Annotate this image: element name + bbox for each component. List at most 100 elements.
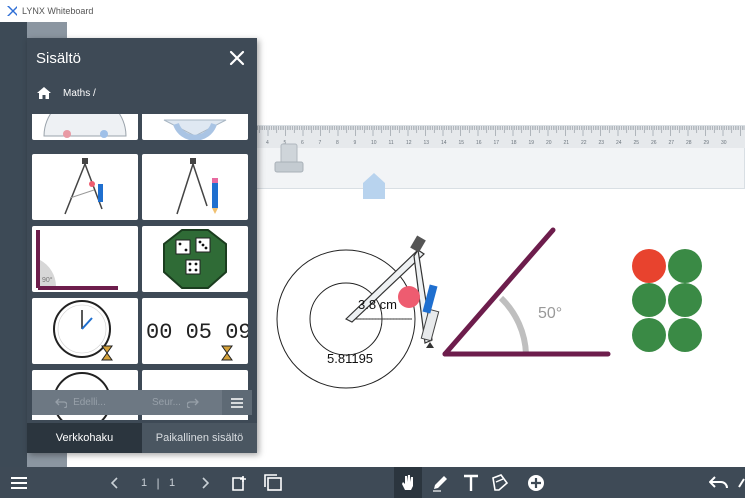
- whiteboard-app: LYNX Whiteboard 4 5 6 7 8 9 10 11 12 13 14 15 16 17 18…: [0, 0, 745, 498]
- dice-icon: [163, 229, 227, 289]
- pen-tool-button[interactable]: [428, 467, 452, 498]
- tile-right-angle[interactable]: 90°: [32, 226, 138, 292]
- ruler-tick-label: 29: [704, 140, 710, 146]
- page-total: 1: [168, 476, 176, 489]
- ruler-tick-label: 16: [476, 140, 482, 146]
- lynx-logo-icon: [7, 6, 17, 16]
- tile-set-square[interactable]: [142, 114, 248, 140]
- page-separator: |: [156, 475, 160, 490]
- undo-button[interactable]: [706, 467, 732, 498]
- right-angle-icon: 90°: [36, 230, 118, 290]
- redo-button-partial[interactable]: [738, 467, 745, 498]
- counters[interactable]: [630, 248, 710, 358]
- ruler-tick-label: 10: [371, 140, 377, 146]
- panel-menu-button[interactable]: [222, 390, 252, 415]
- bottom-toolbar: 1 | 1: [0, 467, 745, 498]
- ruler-tick-label: 6: [301, 140, 304, 146]
- ruler-tick-label: 15: [459, 140, 465, 146]
- circle-value-label: 5.81195: [327, 351, 373, 366]
- ruler-tick-label: 21: [564, 140, 570, 146]
- chevron-right-icon: [202, 476, 209, 489]
- next-label: Seur...: [152, 397, 181, 408]
- next-page-button[interactable]: [198, 467, 212, 498]
- ruler-tick-label: 4: [266, 140, 269, 146]
- ruler-tick-label: 27: [669, 140, 675, 146]
- add-item-button[interactable]: [524, 467, 548, 498]
- page-current[interactable]: 1: [138, 467, 150, 498]
- app-title: LYNX Whiteboard: [22, 6, 94, 16]
- panel-tabs: Verkkohaku Paikallinen sisältö: [27, 423, 257, 453]
- ruler-scale: 4 5 6 7 8 9 10 11 12 13 14 15 16 17 18 19 20 21 22 23 24 25 26…: [256, 126, 745, 173]
- eraser-tool-button[interactable]: [488, 467, 512, 498]
- text-tool-button[interactable]: [460, 467, 482, 498]
- tile-dice[interactable]: [142, 226, 248, 292]
- tab-web-search[interactable]: Verkkohaku: [27, 423, 142, 453]
- content-grid: 90° 00 05 09: [32, 114, 252, 420]
- left-background: [0, 22, 27, 467]
- prev-next-group: Edelli... Seur...: [32, 390, 222, 415]
- breadcrumb-path[interactable]: Maths /: [63, 88, 96, 99]
- ruler-tick-label: 20: [546, 140, 552, 146]
- timer-value: 00 05 09: [146, 320, 248, 345]
- prev-label: Edelli...: [73, 397, 106, 408]
- panel-header: Sisältö: [27, 38, 257, 78]
- ruler-handle-icon[interactable]: [362, 172, 386, 200]
- ruler-tick-label: 14: [441, 140, 447, 146]
- clock-icon: [53, 300, 113, 361]
- tab-local-content[interactable]: Paikallinen sisältö: [142, 423, 257, 453]
- page-overview-button[interactable]: [262, 467, 284, 498]
- compass-pencil-icon: [176, 158, 218, 215]
- compass-drawing[interactable]: 3.8 cm 5.81195: [270, 230, 450, 390]
- ruler-tick-label: 24: [616, 140, 622, 146]
- tile-digital-timer[interactable]: 00 05 09: [142, 298, 248, 364]
- ruler-tick-label: 12: [406, 140, 412, 146]
- next-button[interactable]: Seur...: [152, 397, 199, 408]
- tile-protractor[interactable]: [32, 114, 138, 140]
- ruler-tick-label: 9: [354, 140, 357, 146]
- redo-arrow-icon: [186, 398, 199, 408]
- ruler-tick-label: 22: [581, 140, 587, 146]
- prev-page-button[interactable]: [108, 467, 122, 498]
- ruler-tick-label: 11: [389, 140, 394, 146]
- hamburger-icon: [11, 476, 27, 489]
- close-icon[interactable]: [227, 48, 247, 68]
- digital-timer-icon: 00 05 09: [146, 320, 248, 361]
- home-icon[interactable]: [37, 87, 51, 99]
- panel-navigation: Edelli... Seur...: [32, 390, 252, 415]
- breadcrumb: Maths /: [27, 78, 257, 108]
- ruler-tick-label: 30: [721, 140, 727, 146]
- add-page-button[interactable]: [230, 467, 250, 498]
- tile-compass-pencil[interactable]: [142, 154, 248, 220]
- ruler-tick-label: 7: [319, 140, 322, 146]
- hand-tool-button[interactable]: [394, 467, 422, 498]
- plus-circle-icon: [528, 474, 544, 491]
- main-menu-button[interactable]: [8, 467, 30, 498]
- compass-radius-label: 3.8 cm: [358, 297, 397, 312]
- ruler-tick-label: 26: [651, 140, 657, 146]
- ruler-tick-label: 28: [686, 140, 692, 146]
- tile-clock[interactable]: [32, 298, 138, 364]
- ruler-tool[interactable]: 4 5 6 7 8 9 10 11 12 13 14 15 16 17 18 19 20 21 22 23 24 25 26…: [255, 125, 745, 189]
- add-page-icon: [232, 475, 246, 491]
- set-square-icon: [163, 119, 227, 140]
- prev-button[interactable]: Edelli...: [55, 397, 106, 408]
- protractor-icon: [43, 114, 127, 138]
- hand-icon: [402, 474, 413, 490]
- undo-icon: [709, 475, 728, 488]
- compass-icon: [64, 158, 103, 215]
- ruler-tick-label: 8: [336, 140, 339, 146]
- ruler-tick-label: 25: [634, 140, 640, 146]
- tile-compass[interactable]: [32, 154, 138, 220]
- content-panel: Sisältö Maths / 90° 00 05 09 Edelli... S…: [27, 38, 257, 453]
- pages-icon: [264, 473, 282, 491]
- angle-tool[interactable]: 50°: [440, 225, 615, 360]
- right-angle-label: 90°: [42, 276, 53, 284]
- ruler-tick-label: 19: [529, 140, 535, 146]
- chevron-left-icon: [111, 476, 118, 489]
- ruler-tick-label: 17: [494, 140, 500, 146]
- ruler-tick-label: 13: [424, 140, 430, 146]
- title-bar: LYNX Whiteboard: [0, 0, 745, 22]
- panel-title: Sisältö: [36, 49, 82, 67]
- text-icon: [464, 474, 478, 491]
- ruler-tick-label: 18: [511, 140, 517, 146]
